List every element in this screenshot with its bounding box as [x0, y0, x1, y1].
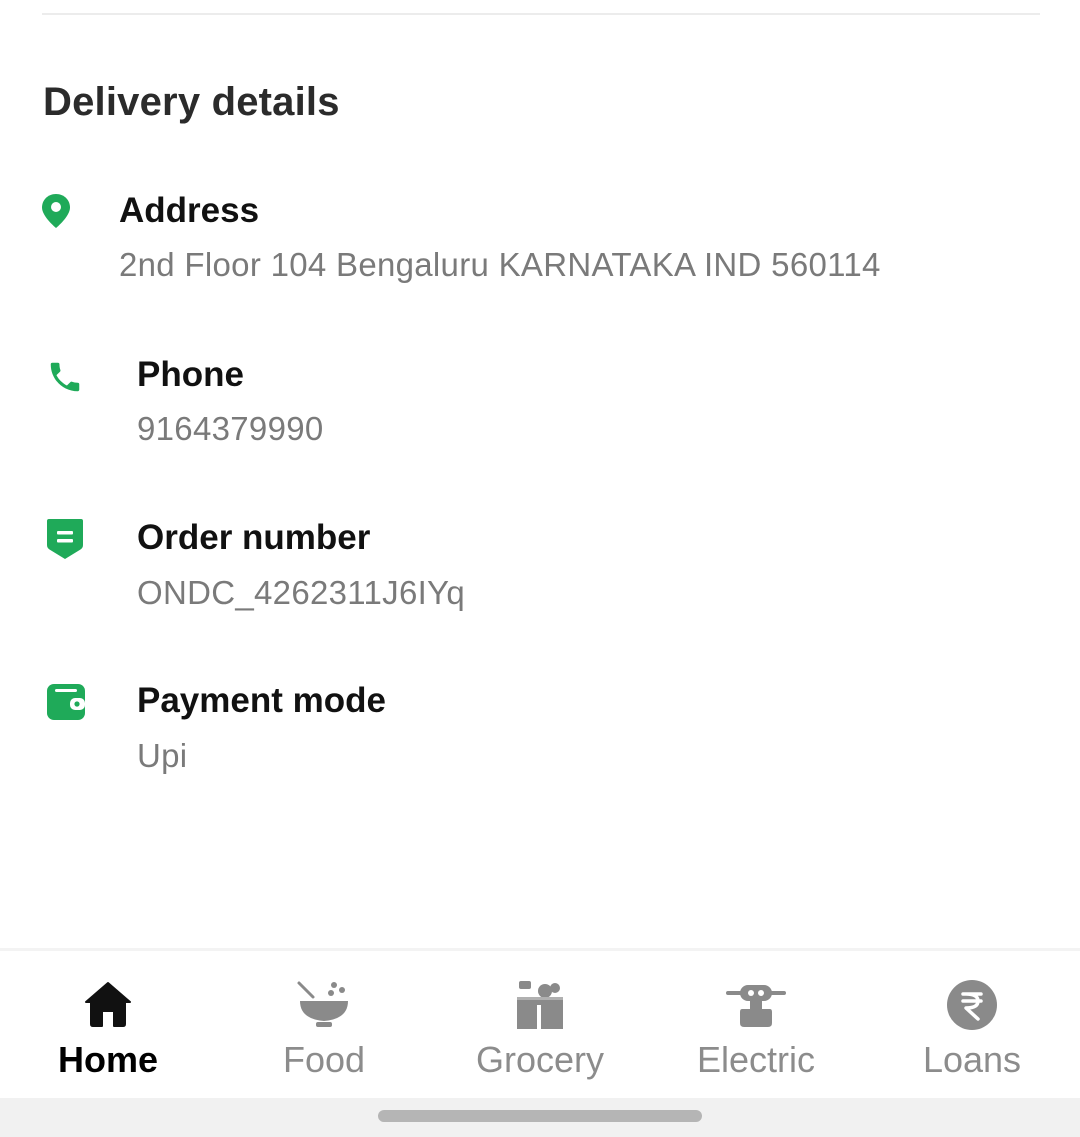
- detail-label: Address: [119, 191, 260, 230]
- detail-address: Address 2nd Floor 104 Bengaluru KARNATAK…: [0, 185, 1080, 295]
- detail-label: Payment mode: [137, 681, 386, 720]
- nav-item-food[interactable]: Food: [216, 951, 432, 1101]
- detail-order-number: Order number ONDC_4262311J6IYq: [0, 512, 1080, 622]
- nav-item-grocery[interactable]: Grocery: [432, 951, 648, 1101]
- wallet-icon: [46, 683, 86, 726]
- nav-label: Loans: [922, 1039, 1022, 1080]
- order-details-screen: Delivery details Address 2nd Floor 104 B…: [0, 0, 1080, 1137]
- nav-label: Food: [282, 1039, 366, 1080]
- system-gesture-area: [0, 1098, 1080, 1137]
- detail-payment-mode: Payment mode Upi: [0, 675, 1080, 785]
- nav-item-electric[interactable]: Electric: [648, 951, 864, 1101]
- home-gesture-bar[interactable]: [378, 1110, 702, 1122]
- detail-value: ONDC_4262311J6IYq: [137, 574, 465, 611]
- home-icon: [83, 979, 133, 1034]
- nav-label: Electric: [696, 1039, 816, 1080]
- bottom-navigation: Home Food Grocery Electric Loans: [0, 948, 1080, 1098]
- food-bowl-icon: [296, 979, 352, 1036]
- divider: [42, 13, 1040, 15]
- grocery-bag-icon: [515, 979, 565, 1036]
- detail-value: 2nd Floor 104 Bengaluru KARNATAKA IND 56…: [119, 246, 881, 283]
- rupee-icon: [946, 979, 998, 1036]
- detail-label: Phone: [137, 355, 244, 394]
- nav-item-loans[interactable]: Loans: [864, 951, 1080, 1101]
- nav-item-home[interactable]: Home: [0, 951, 216, 1101]
- section-title: Delivery details: [43, 80, 340, 124]
- detail-value: 9164379990: [137, 410, 324, 447]
- detail-value: Upi: [137, 737, 188, 774]
- nav-label: Home: [57, 1039, 159, 1080]
- nav-label: Grocery: [475, 1039, 605, 1080]
- detail-label: Order number: [137, 518, 371, 557]
- location-pin-icon: [40, 193, 72, 234]
- detail-phone: Phone 9164379990: [0, 350, 1080, 460]
- scooter-icon: [724, 979, 788, 1036]
- receipt-icon: [45, 518, 85, 565]
- phone-icon: [46, 358, 84, 401]
